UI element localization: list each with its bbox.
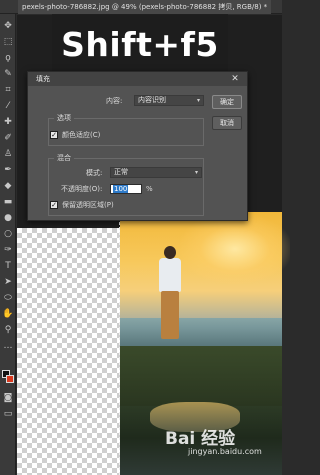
person-head — [164, 246, 176, 259]
cancel-button[interactable]: 取消 — [212, 116, 242, 130]
clone-stamp-icon[interactable]: ♙ — [2, 148, 14, 160]
dodge-tool-icon[interactable]: ○ — [2, 228, 14, 240]
person-torso — [159, 258, 181, 292]
lasso-tool-icon[interactable]: ϙ — [2, 52, 14, 64]
zoom-tool-icon[interactable]: ⚲ — [2, 324, 14, 336]
chevron-down-icon: ▾ — [196, 97, 200, 104]
transparent-area — [17, 228, 120, 475]
options-group-title: 选项 — [54, 113, 74, 123]
mode-select[interactable]: 正常 ▾ — [110, 167, 202, 178]
type-tool-icon[interactable]: T — [2, 260, 14, 272]
opacity-label: 不透明度(O): — [61, 185, 103, 193]
ok-button[interactable]: 确定 — [212, 95, 242, 109]
contents-select[interactable]: 内容识别 ▾ — [134, 95, 204, 106]
blending-group-title: 混合 — [54, 153, 74, 163]
quick-select-tool-icon[interactable]: ✎ — [2, 68, 14, 80]
move-tool-icon[interactable]: ✥ — [2, 20, 14, 32]
contents-value: 内容识别 — [138, 96, 166, 104]
opacity-unit: % — [146, 185, 153, 193]
mode-label: 模式: — [86, 169, 103, 177]
shape-tool-icon[interactable]: ⬭ — [2, 292, 14, 304]
contents-label: 内容: — [106, 97, 123, 105]
sunset-glow — [180, 214, 290, 284]
healing-brush-icon[interactable]: ✚ — [2, 116, 14, 128]
marquee-tool-icon[interactable]: ⬚ — [2, 36, 14, 48]
brush-tool-icon[interactable]: ✐ — [2, 132, 14, 144]
quick-mask-icon[interactable]: ◙ — [2, 392, 14, 404]
hotkey-caption: Shift+f5 — [52, 14, 228, 76]
watermark-url: jingyan.baidu.com — [188, 447, 262, 456]
eyedropper-tool-icon[interactable]: ⁄ — [2, 100, 14, 112]
color-adapt-checkbox[interactable]: ✓ — [50, 131, 58, 139]
mossy-rocks — [120, 346, 282, 406]
crop-tool-icon[interactable]: ⌗ — [2, 84, 14, 96]
history-brush-icon[interactable]: ✒ — [2, 164, 14, 176]
fill-dialog: 填充 ✕ 内容: 内容识别 ▾ 确定 取消 选项 ✓ 颜色适应(C) 混合 模式… — [27, 71, 248, 221]
person-legs — [161, 291, 179, 339]
preserve-transparency-label: 保留透明区域(P) — [62, 201, 114, 209]
dialog-title: 填充 — [28, 72, 247, 86]
color-adapt-label: 颜色适应(C) — [62, 131, 101, 139]
screen-mode-icon[interactable]: ▭ — [2, 408, 14, 420]
baidu-watermark: Bai 经验 — [165, 429, 236, 449]
more-tools-icon[interactable]: … — [2, 340, 14, 352]
document-tab[interactable]: pexels-photo-786882.jpg @ 49% (pexels-ph… — [18, 0, 272, 14]
opacity-value: 100 — [113, 185, 129, 193]
hand-tool-icon[interactable]: ✋ — [2, 308, 14, 320]
blur-tool-icon[interactable]: ● — [2, 212, 14, 224]
opacity-input[interactable]: 100 — [110, 184, 142, 194]
pen-tool-icon[interactable]: ✑ — [2, 244, 14, 256]
close-icon[interactable]: ✕ — [229, 73, 241, 85]
selection-marquee — [119, 212, 120, 475]
path-select-icon[interactable]: ➤ — [2, 276, 14, 288]
tools-panel: ✥ ⬚ ϙ ✎ ⌗ ⁄ ✚ ✐ ♙ ✒ ◆ ▬ ● ○ ✑ T ➤ ⬭ ✋ ⚲ … — [0, 14, 16, 475]
chevron-down-icon: ▾ — [194, 169, 198, 176]
background-color-swatch[interactable] — [6, 375, 14, 383]
mode-value: 正常 — [114, 168, 128, 176]
preserve-transparency-checkbox[interactable]: ✓ — [50, 201, 58, 209]
document-tab-bar: pexels-photo-786882.jpg @ 49% (pexels-ph… — [0, 0, 282, 14]
eraser-tool-icon[interactable]: ◆ — [2, 180, 14, 192]
gradient-tool-icon[interactable]: ▬ — [2, 196, 14, 208]
